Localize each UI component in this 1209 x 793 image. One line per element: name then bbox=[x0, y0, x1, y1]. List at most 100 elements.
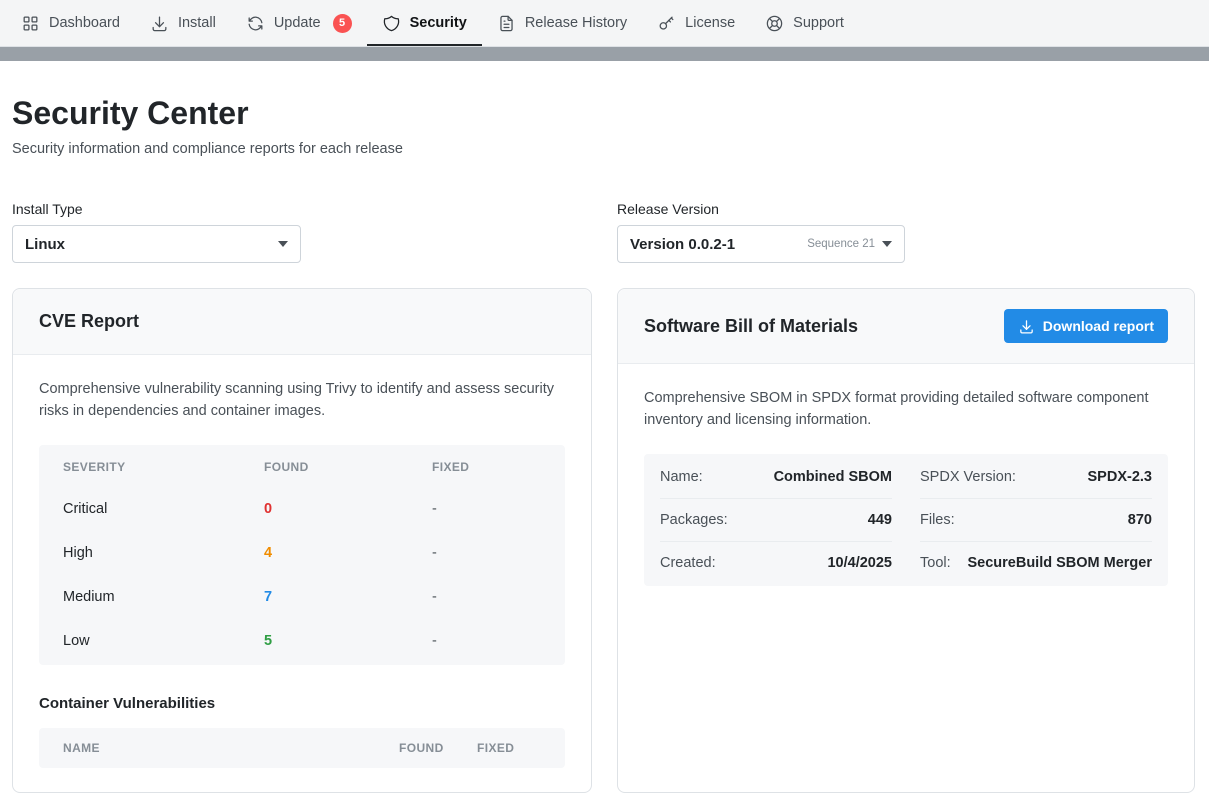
nav-label: License bbox=[685, 15, 735, 31]
detail-label: Packages: bbox=[660, 512, 728, 528]
column-header-severity: SEVERITY bbox=[63, 460, 264, 474]
page-subtitle: Security information and compliance repo… bbox=[12, 141, 1197, 157]
sbom-detail-packages: Packages: 449 bbox=[660, 499, 892, 542]
detail-label: Files: bbox=[920, 512, 955, 528]
nav-item-update[interactable]: Update 5 bbox=[231, 0, 367, 46]
fixed-count: - bbox=[432, 589, 541, 605]
shield-icon bbox=[382, 14, 401, 33]
sbom-header: Software Bill of Materials Download repo… bbox=[618, 289, 1194, 364]
sbom-detail-files: Files: 870 bbox=[920, 499, 1152, 542]
container-vulnerabilities-table: NAME FOUND FIXED bbox=[39, 728, 565, 768]
chevron-down-icon bbox=[882, 241, 892, 247]
grid-icon bbox=[21, 14, 40, 33]
install-type-field: Install Type Linux bbox=[12, 201, 592, 263]
nav-item-support[interactable]: Support bbox=[750, 0, 859, 46]
page-title: Security Center bbox=[12, 95, 1197, 132]
release-version-label: Release Version bbox=[617, 201, 1195, 217]
found-count: 7 bbox=[264, 589, 432, 605]
found-count: 0 bbox=[264, 501, 432, 517]
file-text-icon bbox=[497, 14, 516, 33]
nav-item-security[interactable]: Security bbox=[367, 0, 482, 46]
cve-report-card: CVE Report Comprehensive vulnerability s… bbox=[12, 288, 592, 793]
detail-label: SPDX Version: bbox=[920, 469, 1016, 485]
main-content: Security Center Security information and… bbox=[0, 95, 1209, 793]
detail-value: Combined SBOM bbox=[774, 469, 892, 485]
cards-row: CVE Report Comprehensive vulnerability s… bbox=[12, 288, 1197, 793]
cve-report-body: Comprehensive vulnerability scanning usi… bbox=[13, 355, 591, 792]
table-row: Medium 7 - bbox=[39, 575, 565, 619]
nav-label: Security bbox=[410, 15, 467, 31]
download-icon bbox=[1018, 318, 1035, 335]
download-report-button[interactable]: Download report bbox=[1004, 309, 1168, 343]
sbom-detail-created: Created: 10/4/2025 bbox=[660, 542, 892, 584]
table-row: Critical 0 - bbox=[39, 487, 565, 531]
table-row: High 4 - bbox=[39, 531, 565, 575]
container-vulnerabilities-header: NAME FOUND FIXED bbox=[39, 728, 565, 768]
nav-item-license[interactable]: License bbox=[642, 0, 750, 46]
sbom-title: Software Bill of Materials bbox=[644, 316, 858, 337]
sbom-card: Software Bill of Materials Download repo… bbox=[617, 288, 1195, 793]
detail-value: 449 bbox=[868, 512, 892, 528]
nav-item-install[interactable]: Install bbox=[135, 0, 231, 46]
key-icon bbox=[657, 14, 676, 33]
column-header-fixed: FIXED bbox=[432, 460, 541, 474]
top-nav: Dashboard Install Update 5 Security Rele… bbox=[0, 0, 1209, 47]
cve-report-header: CVE Report bbox=[13, 289, 591, 355]
filters-row: Install Type Linux Release Version Versi… bbox=[12, 201, 1197, 263]
nav-label: Support bbox=[793, 15, 844, 31]
install-type-value: Linux bbox=[25, 236, 65, 253]
column-header-name: NAME bbox=[63, 741, 399, 755]
refresh-icon bbox=[246, 14, 265, 33]
update-count-badge: 5 bbox=[333, 14, 352, 33]
nav-label: Release History bbox=[525, 15, 627, 31]
header-scroll-band bbox=[0, 47, 1209, 61]
found-count: 4 bbox=[264, 545, 432, 561]
release-version-select[interactable]: Version 0.0.2-1 Sequence 21 bbox=[617, 225, 905, 263]
detail-label: Tool: bbox=[920, 555, 951, 571]
container-vulnerabilities-title: Container Vulnerabilities bbox=[39, 695, 565, 712]
install-type-select[interactable]: Linux bbox=[12, 225, 301, 263]
severity-name: High bbox=[63, 545, 264, 561]
column-header-found: FOUND bbox=[399, 741, 477, 755]
detail-label: Name: bbox=[660, 469, 703, 485]
sequence-hint: Sequence 21 bbox=[807, 238, 875, 250]
release-version-value: Version 0.0.2-1 bbox=[630, 236, 735, 253]
sbom-description: Comprehensive SBOM in SPDX format provid… bbox=[644, 388, 1168, 432]
severity-table-header: SEVERITY FOUND FIXED bbox=[39, 447, 565, 487]
download-report-label: Download report bbox=[1043, 318, 1154, 334]
sbom-detail-name: Name: Combined SBOM bbox=[660, 456, 892, 499]
lifebuoy-icon bbox=[765, 14, 784, 33]
severity-table: SEVERITY FOUND FIXED Critical 0 - High 4… bbox=[39, 445, 565, 665]
fixed-count: - bbox=[432, 501, 541, 517]
nav-item-release-history[interactable]: Release History bbox=[482, 0, 642, 46]
found-count: 5 bbox=[264, 633, 432, 649]
sbom-detail-tool: Tool: SecureBuild SBOM Merger bbox=[920, 542, 1152, 584]
severity-name: Critical bbox=[63, 501, 264, 517]
nav-label: Update bbox=[274, 15, 321, 31]
nav-label: Install bbox=[178, 15, 216, 31]
detail-value: 870 bbox=[1128, 512, 1152, 528]
column-header-fixed: FIXED bbox=[477, 741, 541, 755]
install-type-label: Install Type bbox=[12, 201, 592, 217]
table-row: Low 5 - bbox=[39, 619, 565, 663]
chevron-down-icon bbox=[278, 241, 288, 247]
release-version-field: Release Version Version 0.0.2-1 Sequence… bbox=[617, 201, 1195, 263]
sbom-body: Comprehensive SBOM in SPDX format provid… bbox=[618, 364, 1194, 610]
sbom-details-box: Name: Combined SBOM SPDX Version: SPDX-2… bbox=[644, 454, 1168, 586]
fixed-count: - bbox=[432, 545, 541, 561]
nav-item-dashboard[interactable]: Dashboard bbox=[6, 0, 135, 46]
fixed-count: - bbox=[432, 633, 541, 649]
detail-value: SecureBuild SBOM Merger bbox=[967, 555, 1152, 571]
detail-label: Created: bbox=[660, 555, 716, 571]
cve-report-title: CVE Report bbox=[39, 311, 139, 332]
column-header-found: FOUND bbox=[264, 460, 432, 474]
release-version-extra: Sequence 21 bbox=[807, 238, 892, 250]
detail-value: 10/4/2025 bbox=[827, 555, 892, 571]
severity-name: Medium bbox=[63, 589, 264, 605]
detail-value: SPDX-2.3 bbox=[1088, 469, 1152, 485]
download-icon bbox=[150, 14, 169, 33]
sbom-detail-spdx-version: SPDX Version: SPDX-2.3 bbox=[920, 456, 1152, 499]
nav-label: Dashboard bbox=[49, 15, 120, 31]
severity-name: Low bbox=[63, 633, 264, 649]
cve-report-description: Comprehensive vulnerability scanning usi… bbox=[39, 379, 565, 423]
